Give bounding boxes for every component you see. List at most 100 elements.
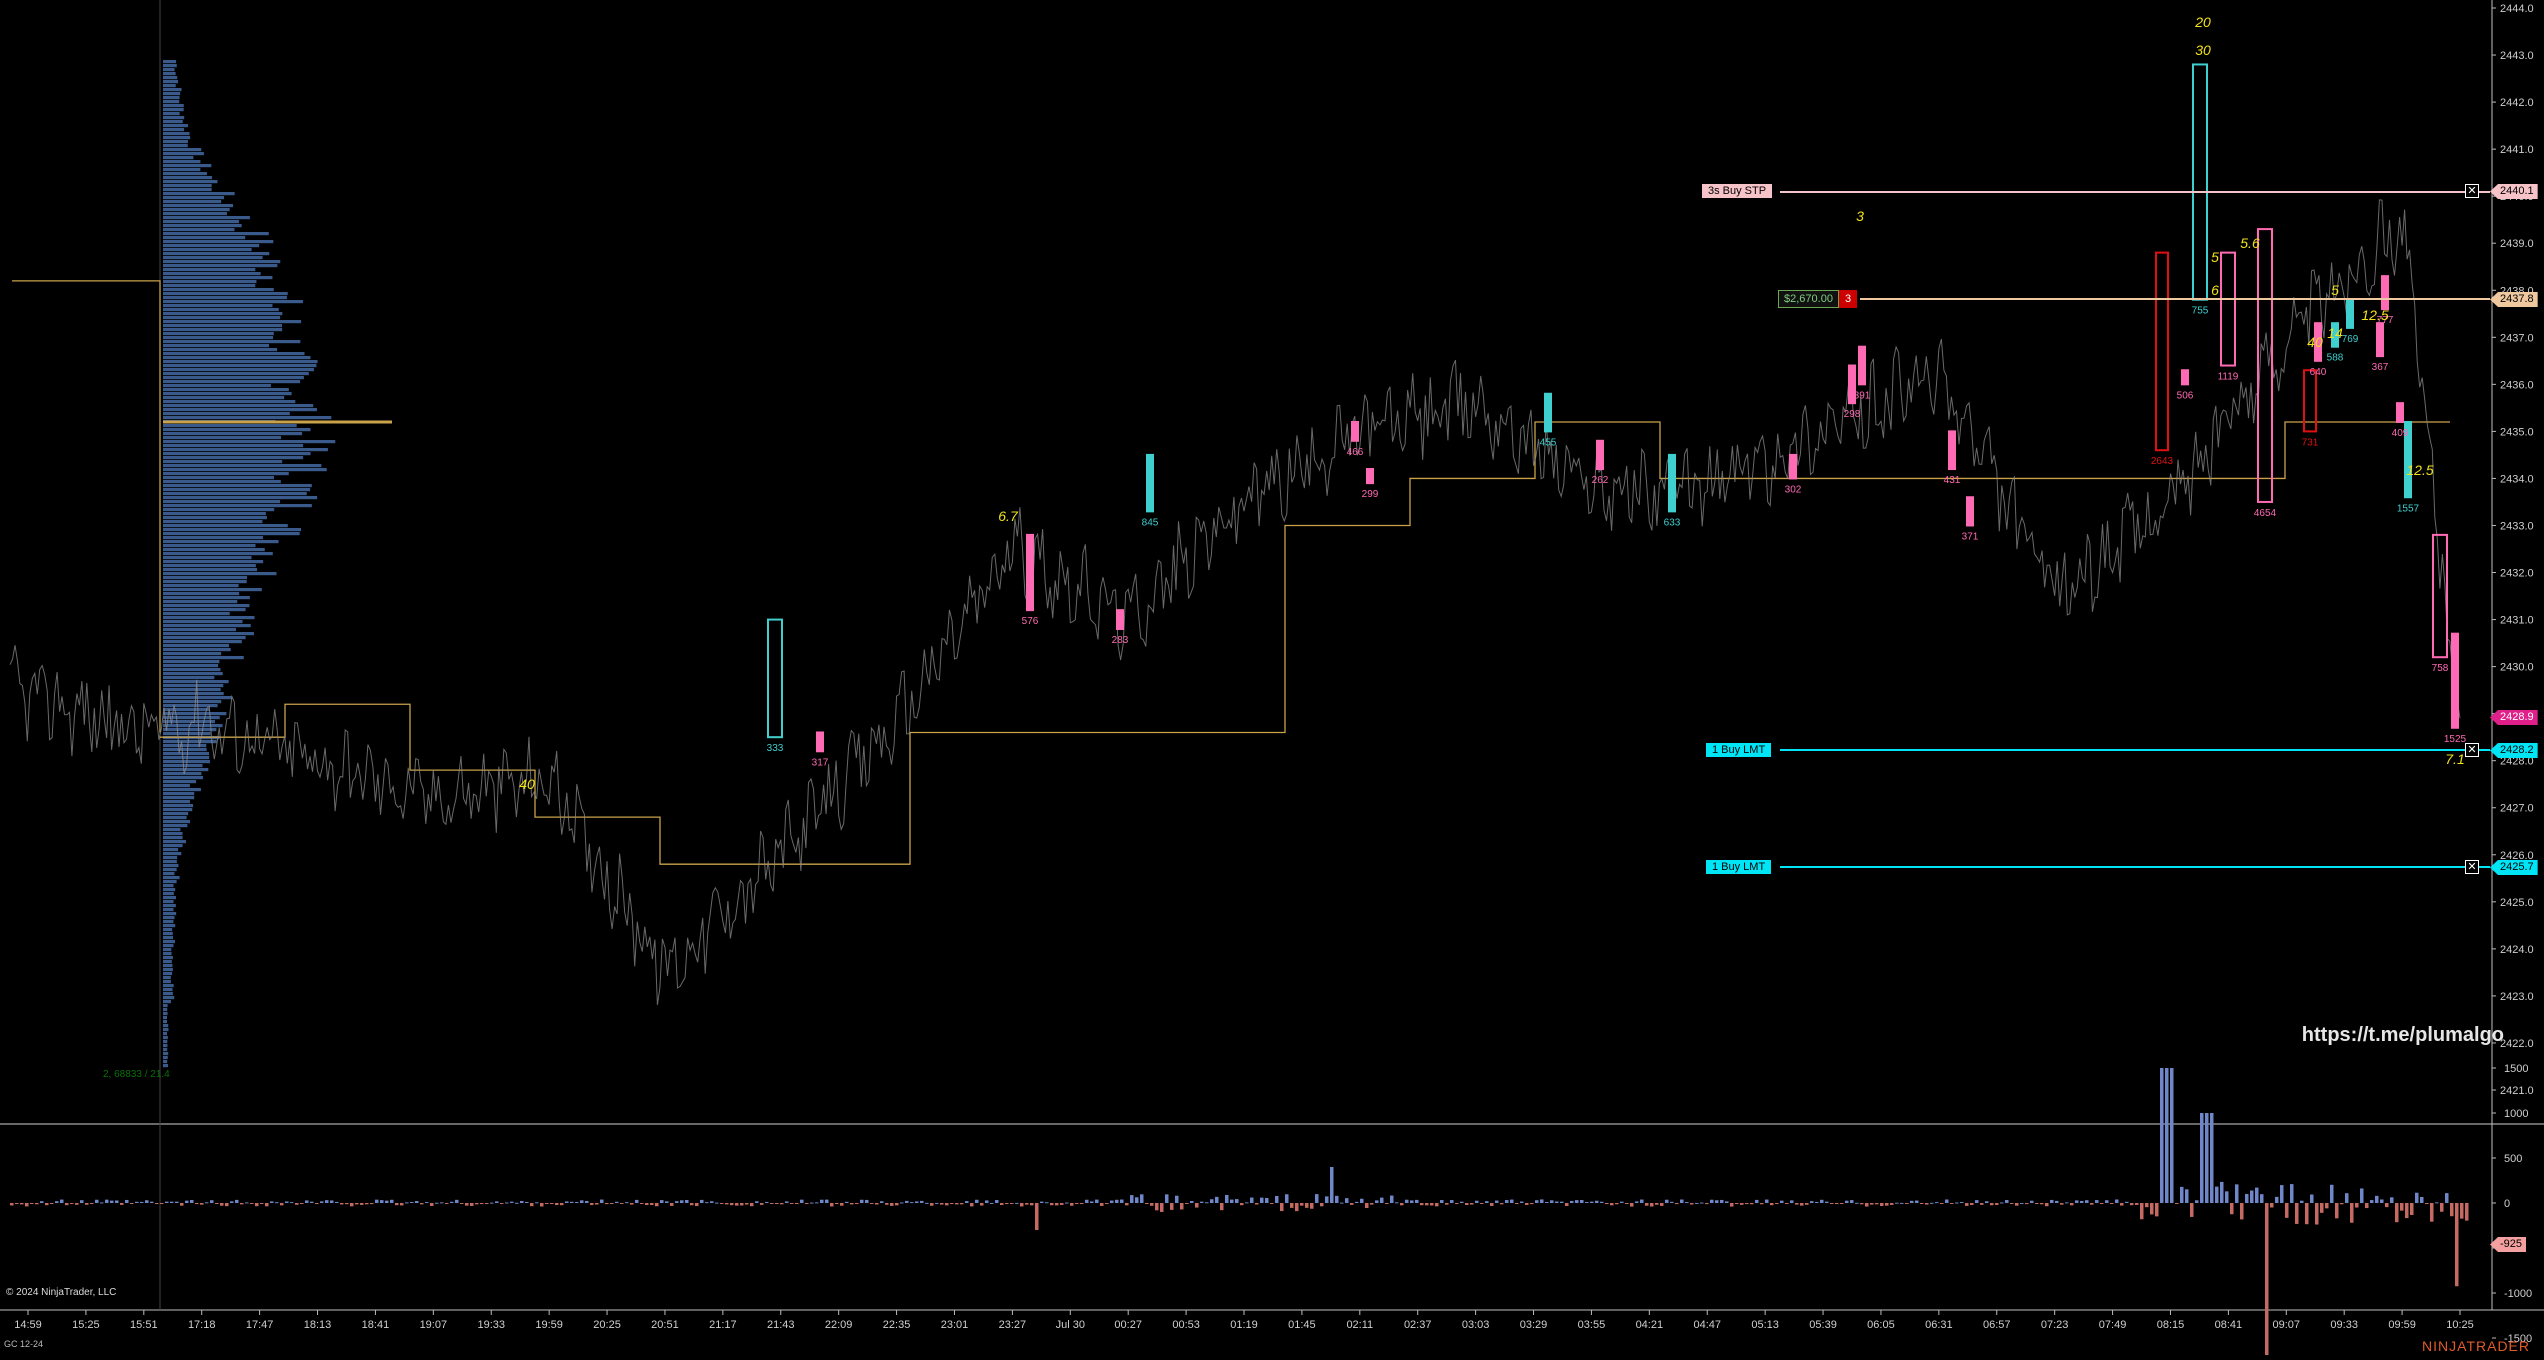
delta-bar — [1525, 1203, 1529, 1205]
profile-bar — [163, 404, 314, 408]
delta-bar — [1385, 1203, 1389, 1204]
profile-bar — [163, 1000, 172, 1004]
cancel-stop-order-icon[interactable]: ✕ — [2465, 184, 2479, 198]
delta-bar — [1950, 1203, 1954, 1204]
limit-order-tag-2[interactable]: 1 Buy LMT — [1706, 860, 1779, 874]
price-tick-label: 2437.0 — [2500, 332, 2534, 344]
profile-bar — [163, 724, 223, 728]
delta-bar — [895, 1203, 899, 1206]
delta-bar — [1565, 1203, 1569, 1207]
box-label: 391 — [1854, 390, 1871, 401]
profile-bar — [163, 1044, 168, 1048]
profile-bar — [163, 188, 212, 192]
time-axis: 14:59 15:25 15:51 17:18 17:47 18:13 18:41 19:07… — [14, 1310, 2474, 1331]
delta-bar — [2410, 1203, 2414, 1215]
profile-bar — [163, 472, 289, 476]
price-axis: 2444.02443.02442.02441.02440.02439.02438… — [2492, 3, 2534, 1097]
profile-bar — [163, 564, 256, 568]
cancel-limit-order-1-icon[interactable]: ✕ — [2465, 743, 2479, 757]
profile-bar — [163, 240, 274, 244]
delta-bar — [1050, 1203, 1054, 1206]
profile-bar — [163, 236, 246, 240]
delta-bar — [2075, 1200, 2079, 1203]
profile-bar — [163, 964, 173, 968]
price-tick-label: 2442.0 — [2500, 97, 2534, 109]
delta-bar — [1100, 1203, 1104, 1206]
delta-bar — [1810, 1201, 1814, 1203]
profile-bar — [163, 416, 332, 420]
delta-bar — [1965, 1203, 1969, 1206]
delta-bar — [2270, 1203, 2274, 1208]
profile-bar — [163, 304, 273, 308]
profile-bar — [163, 688, 221, 692]
delta-bar — [2390, 1197, 2394, 1203]
delta-bar — [440, 1202, 444, 1204]
delta-bar — [2015, 1203, 2019, 1206]
delta-bar — [1340, 1202, 1344, 1204]
profile-bar — [163, 156, 194, 160]
delta-bar — [2440, 1203, 2444, 1212]
delta-bar — [1665, 1199, 1669, 1203]
price-chart[interactable]: 2444.02443.02442.02441.02440.02439.02438… — [0, 0, 2544, 1360]
profile-bar — [163, 880, 177, 884]
stop-order-price-flag: 2440.1 — [2490, 184, 2538, 199]
profile-bar — [163, 900, 174, 904]
delta-bar — [285, 1201, 289, 1203]
delta-bar — [2415, 1192, 2419, 1203]
delta-bar — [150, 1201, 154, 1203]
delta-bar — [995, 1200, 999, 1203]
time-tick-label: 06:05 — [1867, 1319, 1895, 1331]
profile-bar — [163, 516, 267, 520]
profile-bar — [163, 484, 312, 488]
delta-bar — [1420, 1203, 1424, 1206]
delta-bar — [2165, 1068, 2169, 1203]
profile-bar — [163, 1056, 168, 1060]
delta-bar — [1355, 1201, 1359, 1203]
profile-bar — [163, 440, 336, 444]
profile-bar — [163, 424, 297, 428]
profile-bar — [163, 100, 180, 104]
delta-bar — [990, 1202, 994, 1204]
profile-bar — [163, 752, 210, 756]
limit-order-tag-1[interactable]: 1 Buy LMT — [1706, 743, 1779, 757]
profile-bar — [163, 220, 239, 224]
position-pnl-box[interactable]: $2,670.00 3 — [1778, 290, 1858, 308]
chart-window[interactable]: 2444.02443.02442.02441.02440.02439.02438… — [0, 0, 2544, 1360]
annotation-label: 5.6 — [2240, 235, 2260, 251]
profile-bar — [163, 296, 287, 300]
order-flow-box — [1668, 453, 1676, 513]
delta-bar — [870, 1203, 874, 1205]
time-tick-label: 19:33 — [477, 1319, 505, 1331]
delta-bar — [2420, 1196, 2424, 1203]
profile-bar — [163, 796, 195, 800]
delta-bar — [90, 1203, 94, 1204]
delta-bar — [2265, 1203, 2269, 1360]
time-tick-label: 02:11 — [1346, 1319, 1373, 1331]
time-tick-label: 19:59 — [535, 1319, 563, 1331]
profile-bar — [163, 620, 243, 624]
delta-bar — [1280, 1203, 1284, 1212]
time-tick-label: 23:01 — [941, 1319, 969, 1331]
delta-bar — [225, 1203, 229, 1207]
cancel-limit-order-2-icon[interactable]: ✕ — [2465, 860, 2479, 874]
profile-bar — [163, 1008, 168, 1012]
delta-bar — [1605, 1203, 1609, 1204]
delta-bar — [1210, 1199, 1214, 1203]
price-tick-label: 2423.0 — [2500, 991, 2534, 1003]
delta-bar — [1900, 1202, 1904, 1204]
profile-bar — [163, 216, 250, 220]
delta-bar — [1730, 1203, 1734, 1207]
profile-bar — [163, 1016, 167, 1020]
stop-order-tag[interactable]: 3s Buy STP — [1702, 184, 1780, 198]
order-flow-box — [1858, 345, 1866, 386]
profile-bar — [163, 144, 188, 148]
delta-bar — [2465, 1203, 2469, 1221]
delta-bar — [1855, 1202, 1859, 1204]
delta-bar — [1650, 1203, 1654, 1207]
delta-bar — [1405, 1199, 1409, 1203]
delta-bar — [55, 1201, 59, 1203]
time-tick-label: 09:59 — [2388, 1319, 2416, 1331]
box-label: 588 — [2327, 353, 2344, 364]
delta-bar — [480, 1203, 484, 1205]
delta-bar — [1455, 1203, 1459, 1204]
